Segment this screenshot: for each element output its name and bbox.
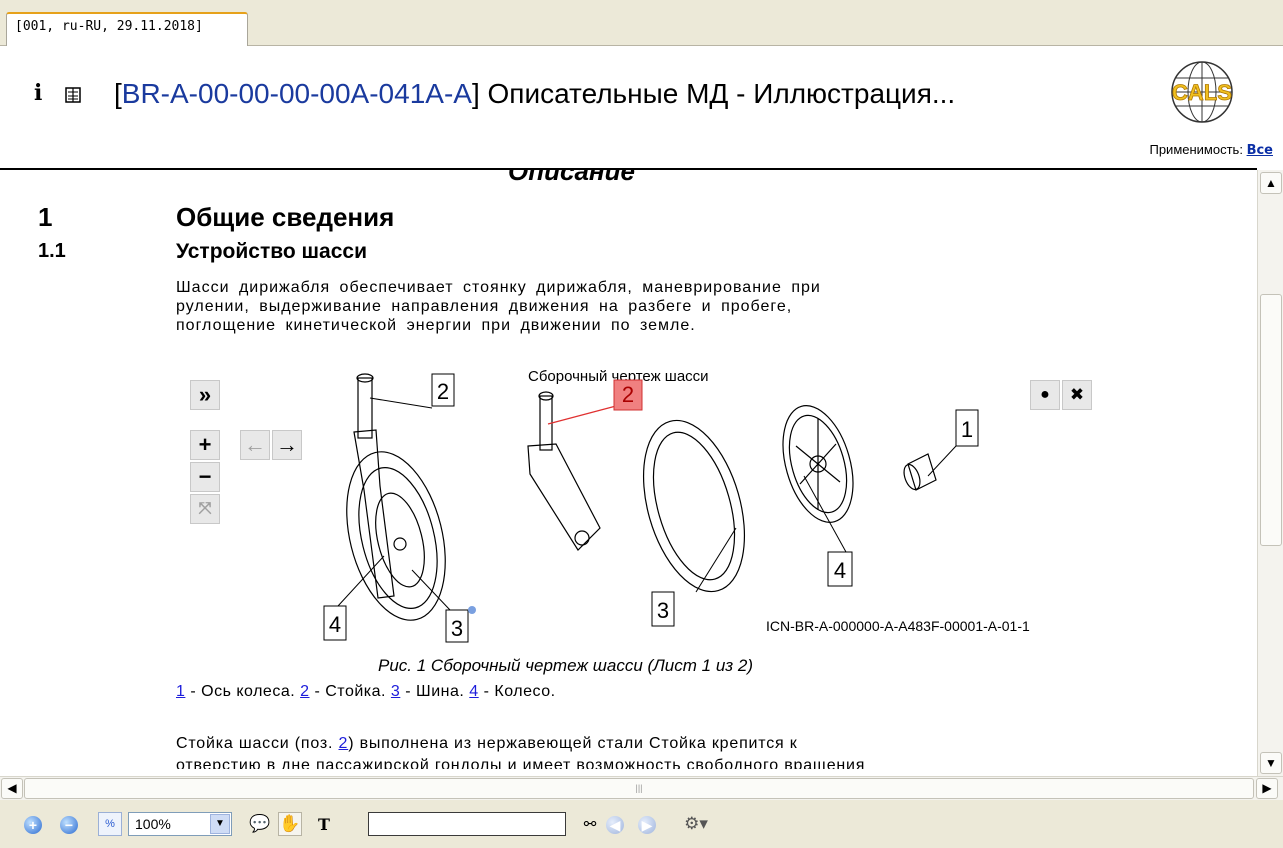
section-title: Описание [508, 170, 635, 186]
scroll-left-button[interactable]: ◀ [1, 778, 23, 799]
zoom-in-icon[interactable]: + [24, 816, 42, 834]
chevron-down-icon[interactable]: ▼ [210, 814, 230, 834]
bottom-toolbar: + − % 100% ▼ 💬 ✋ T ⚯ ◀ ▶ ⚙▾ [0, 800, 1283, 848]
callout-label: 4 [834, 558, 846, 583]
zoom-out-icon[interactable]: − [60, 816, 78, 834]
scroll-down-button[interactable]: ▼ [1260, 752, 1282, 774]
hotspot-leader [547, 405, 617, 425]
info-icon[interactable]: i [34, 82, 48, 104]
search-input[interactable] [368, 812, 566, 836]
callout-4[interactable]: 4 [323, 605, 347, 641]
text-select-icon[interactable]: T [312, 812, 336, 836]
figure-caption: Рис. 1 Сборочный чертеж шасси (Лист 1 из… [378, 656, 754, 675]
horizontal-scrollbar[interactable]: ◀ ||| ▶ [0, 776, 1283, 800]
fit-to-window-button[interactable]: ⤧ [190, 494, 220, 524]
heading1-number: 1 [38, 202, 53, 232]
callout-label: 2 [437, 379, 449, 404]
legend-link-4[interactable]: 4 [469, 683, 478, 700]
hand-tool-icon[interactable]: ✋ [278, 812, 302, 836]
paragraph-2: Стойка шасси (поз. 2) выполнена из нержа… [176, 733, 1076, 777]
legend-text: - Ось колеса. [185, 683, 301, 700]
next-result-icon[interactable]: ▶ [638, 816, 656, 834]
callout-2[interactable]: 2 [431, 373, 455, 407]
paragraph-text: отверстию в дне пассажирской гондолы и и… [176, 757, 866, 769]
scroll-right-button[interactable]: ▶ [1256, 778, 1278, 799]
zoom-value: 100% [135, 816, 171, 832]
paragraph-line: Шасси дирижабля обеспечивает стоянку дир… [176, 279, 821, 296]
assembled-hub [393, 537, 407, 551]
zoom-in-button[interactable]: + [190, 430, 220, 460]
paragraph-text: Стойка шасси (поз. [176, 735, 339, 752]
vertical-scroll-thumb[interactable] [1260, 294, 1282, 546]
callout-4[interactable]: 4 [827, 551, 853, 587]
page-title: [BR-A-00-00-00-00A-041A-A] Описательные … [114, 78, 956, 109]
callout-label: 3 [451, 616, 463, 641]
vertical-scrollbar[interactable]: ▲ ▼ [1257, 170, 1283, 776]
expand-panel-button[interactable]: » [190, 380, 220, 410]
comment-icon[interactable]: 💬 [248, 812, 272, 836]
callout-leader [695, 527, 737, 593]
settings-gear-icon[interactable]: ⚙▾ [676, 812, 716, 836]
dm-code: BR-A-00-00-00-00A-041A-A [121, 78, 472, 109]
scroll-up-button[interactable]: ▲ [1260, 172, 1282, 194]
assembled-wheel [375, 492, 425, 588]
strut-part-axle-hole [574, 530, 590, 546]
callout-label: 3 [657, 598, 669, 623]
callout-label: 2 [622, 382, 634, 407]
tab-document[interactable]: [001, ru-RU, 29.11.2018] [6, 12, 248, 47]
cals-logo-icon: CALS [1171, 61, 1233, 123]
callout-1[interactable]: 1 [955, 409, 979, 447]
tire-part-inner [652, 431, 736, 581]
paragraph-line: рулении, выдерживание направления движен… [176, 298, 793, 315]
previous-view-button[interactable]: ← [240, 430, 270, 460]
title-text: Описательные МД - Иллюстрация... [479, 78, 956, 109]
icn-label: ICN-BR-A-000000-A-A483F-00001-A-01-1 [766, 618, 1030, 634]
zoom-out-button[interactable]: − [190, 462, 220, 492]
actual-size-icon[interactable]: % [98, 812, 122, 836]
legend-text: - Стойка. [309, 683, 391, 700]
applicability: Применимость: Все [1149, 142, 1273, 158]
callout-label: 4 [329, 612, 341, 637]
heading1: Общие сведения [176, 202, 395, 232]
zoom-select[interactable]: 100% ▼ [128, 812, 232, 836]
legend-link-3[interactable]: 3 [391, 683, 400, 700]
ref-link-2[interactable]: 2 [339, 735, 349, 752]
legend-text: - Колесо. [478, 683, 556, 700]
legend-text: - Шина. [400, 683, 470, 700]
figure: » + − ⤧ ← → ● ✖ Сборочный чертеж шасси 2… [176, 366, 1116, 672]
applicability-label: Применимость: [1149, 142, 1243, 157]
strut-part-fork [527, 443, 601, 551]
callout-leader [927, 445, 957, 477]
heading2-number: 1.1 [38, 240, 66, 262]
legend-link-2[interactable]: 2 [300, 683, 309, 700]
assembly-drawing[interactable]: 2 2 1 4 3 4 3 [316, 366, 1096, 656]
cursor-marker [468, 606, 476, 614]
previous-result-icon[interactable]: ◀ [606, 816, 624, 834]
figure-legend: 1 - Ось колеса. 2 - Стойка. 3 - Шина. 4 … [176, 683, 556, 701]
callout-label: 1 [961, 417, 973, 442]
paragraph-line: поглощение кинетической энергии при движ… [176, 317, 696, 334]
callout-3[interactable]: 3 [651, 591, 675, 627]
book-icon[interactable] [64, 86, 82, 104]
next-view-button[interactable]: → [272, 430, 302, 460]
strut-shaft [357, 377, 373, 439]
callout-3[interactable]: 3 [445, 609, 469, 643]
tab-bar: [001, ru-RU, 29.11.2018] [0, 0, 1283, 47]
callout-leader [369, 397, 433, 409]
binoculars-icon[interactable]: ⚯ [578, 812, 602, 836]
callout-2-highlighted[interactable]: 2 [613, 379, 643, 411]
horizontal-scroll-thumb[interactable]: ||| [24, 778, 1254, 799]
applicability-link[interactable]: Все [1247, 143, 1273, 158]
heading2: Устройство шасси [176, 240, 367, 263]
paragraph-1: Шасси дирижабля обеспечивает стоянку дир… [176, 278, 1026, 335]
header: i [BR-A-00-00-00-00A-041A-A] Описательны… [0, 46, 1283, 164]
logo-text: CALS [1172, 80, 1232, 105]
paragraph-text: ) выполнена из нержавеющей стали Стойка … [348, 735, 798, 752]
legend-link-1[interactable]: 1 [176, 683, 185, 700]
